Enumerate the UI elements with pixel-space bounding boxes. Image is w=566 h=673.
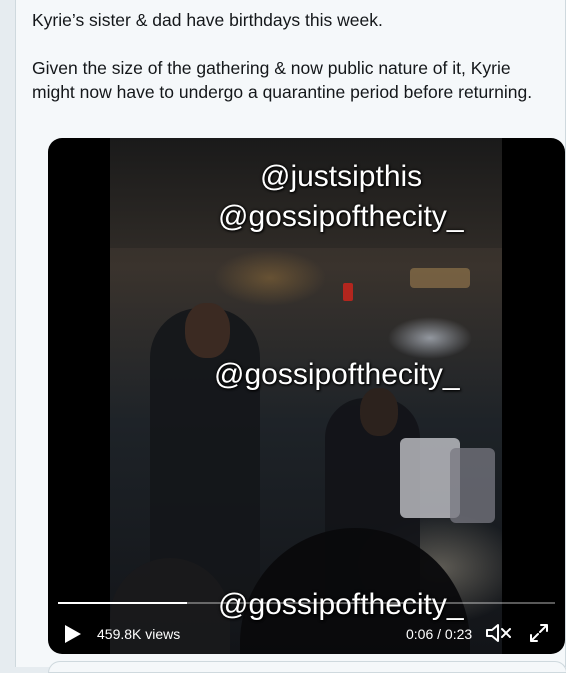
play-icon[interactable] [65,625,81,643]
video-progress-fill [58,602,188,604]
video-scene-person-head [360,388,398,436]
next-tweet-card-edge [48,661,566,673]
video-watermark: @gossipofthecity_ [218,200,464,233]
view-count: 459.8K views [97,626,181,642]
video-controls: 459.8K views 0:06 / 0:23 [48,616,565,646]
tweet-paragraph: Given the size of the gathering & now pu… [32,58,533,102]
video-player[interactable]: @justsipthis @gossipofthecity_ @gossipof… [48,138,565,654]
video-scene-phone [450,448,495,523]
video-time: 0:06 / 0:23 [406,626,473,642]
volume-icon[interactable] [485,621,513,645]
fullscreen-icon[interactable] [527,621,551,645]
tweet-card: Kyrie’s sister & dad have birthdays this… [15,0,566,673]
video-scene-light [343,283,353,301]
video-frame[interactable]: @justsipthis @gossipofthecity_ @gossipof… [110,138,502,654]
tweet-paragraph: Kyrie’s sister & dad have birthdays this… [32,10,383,30]
tweet-text: Kyrie’s sister & dad have birthdays this… [32,8,552,104]
video-watermark: @justsipthis [260,160,423,193]
video-watermark: @gossipofthecity_ [214,358,460,391]
video-scene-light [410,268,470,288]
video-scene-person-head [185,303,230,358]
video-progress-bar[interactable] [58,602,555,604]
